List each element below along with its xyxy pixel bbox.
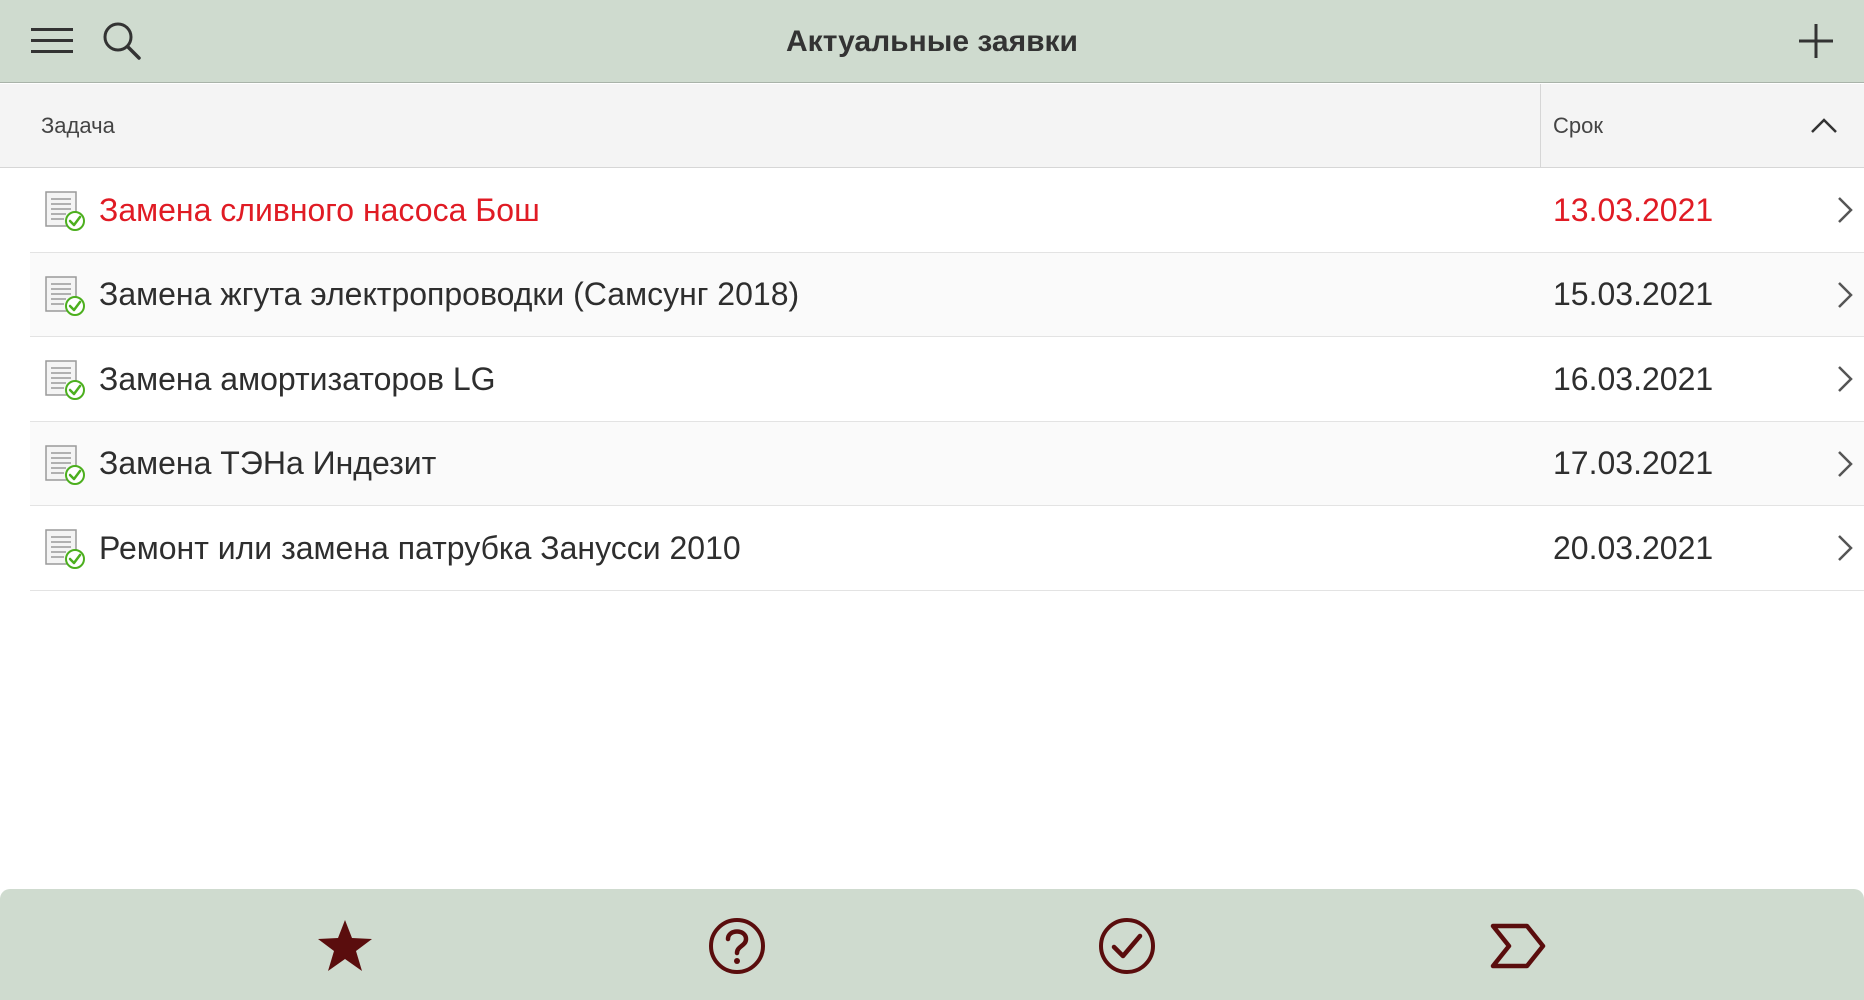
task-list: Замена сливного насоса Бош 13.03.2021 Заме…	[0, 168, 1864, 591]
task-deadline: 16.03.2021	[1553, 360, 1714, 397]
document-check-icon	[44, 275, 86, 317]
chevron-right-icon[interactable]	[1834, 279, 1856, 311]
chevron-right-icon[interactable]	[1834, 532, 1856, 564]
column-task-header[interactable]: Задача	[41, 84, 115, 168]
plus-icon[interactable]	[1790, 16, 1842, 66]
page-title: Актуальные заявки	[786, 24, 1078, 58]
task-row[interactable]: Замена ТЭНа Индезит 17.03.2021	[30, 421, 1864, 506]
task-title: Замена жгута электропроводки (Самсунг 20…	[99, 276, 800, 312]
task-row[interactable]: Замена амортизаторов LG 16.03.2021	[30, 337, 1864, 422]
document-check-icon	[44, 528, 86, 570]
top-app-bar: Актуальные заявки	[0, 0, 1864, 83]
column-divider	[1540, 84, 1541, 168]
bottom-tab-bar	[0, 889, 1864, 1000]
chevron-up-icon[interactable]	[1806, 108, 1842, 144]
chevron-right-icon[interactable]	[1834, 363, 1856, 395]
task-title: Замена сливного насоса Бош	[99, 191, 540, 228]
task-title: Замена ТЭНа Индезит	[99, 445, 437, 481]
task-deadline: 20.03.2021	[1553, 529, 1714, 566]
document-check-icon	[44, 444, 86, 486]
forward-chevron-icon[interactable]	[1482, 911, 1552, 981]
column-deadline-header[interactable]: Срок	[1553, 84, 1603, 168]
column-header: Задача Срок	[0, 84, 1864, 168]
task-deadline: 13.03.2021	[1553, 191, 1714, 228]
question-circle-icon[interactable]	[702, 911, 772, 981]
task-row[interactable]: Замена сливного насоса Бош 13.03.2021	[30, 168, 1864, 253]
app-root: Актуальные заявки Задача Срок Замена сли…	[0, 0, 1864, 1000]
task-title: Ремонт или замена патрубка Занусси 2010	[99, 529, 741, 566]
task-row[interactable]: Ремонт или замена патрубка Занусси 2010 2…	[30, 506, 1864, 591]
task-deadline: 17.03.2021	[1553, 445, 1714, 481]
chevron-right-icon[interactable]	[1834, 448, 1856, 480]
document-check-icon	[44, 359, 86, 401]
document-check-icon	[44, 190, 86, 232]
chevron-right-icon[interactable]	[1834, 194, 1856, 226]
task-deadline: 15.03.2021	[1553, 276, 1714, 312]
task-row[interactable]: Замена жгута электропроводки (Самсунг 20…	[30, 252, 1864, 337]
check-circle-icon[interactable]	[1092, 911, 1162, 981]
task-title: Замена амортизаторов LG	[99, 360, 496, 397]
star-icon[interactable]	[310, 911, 380, 981]
